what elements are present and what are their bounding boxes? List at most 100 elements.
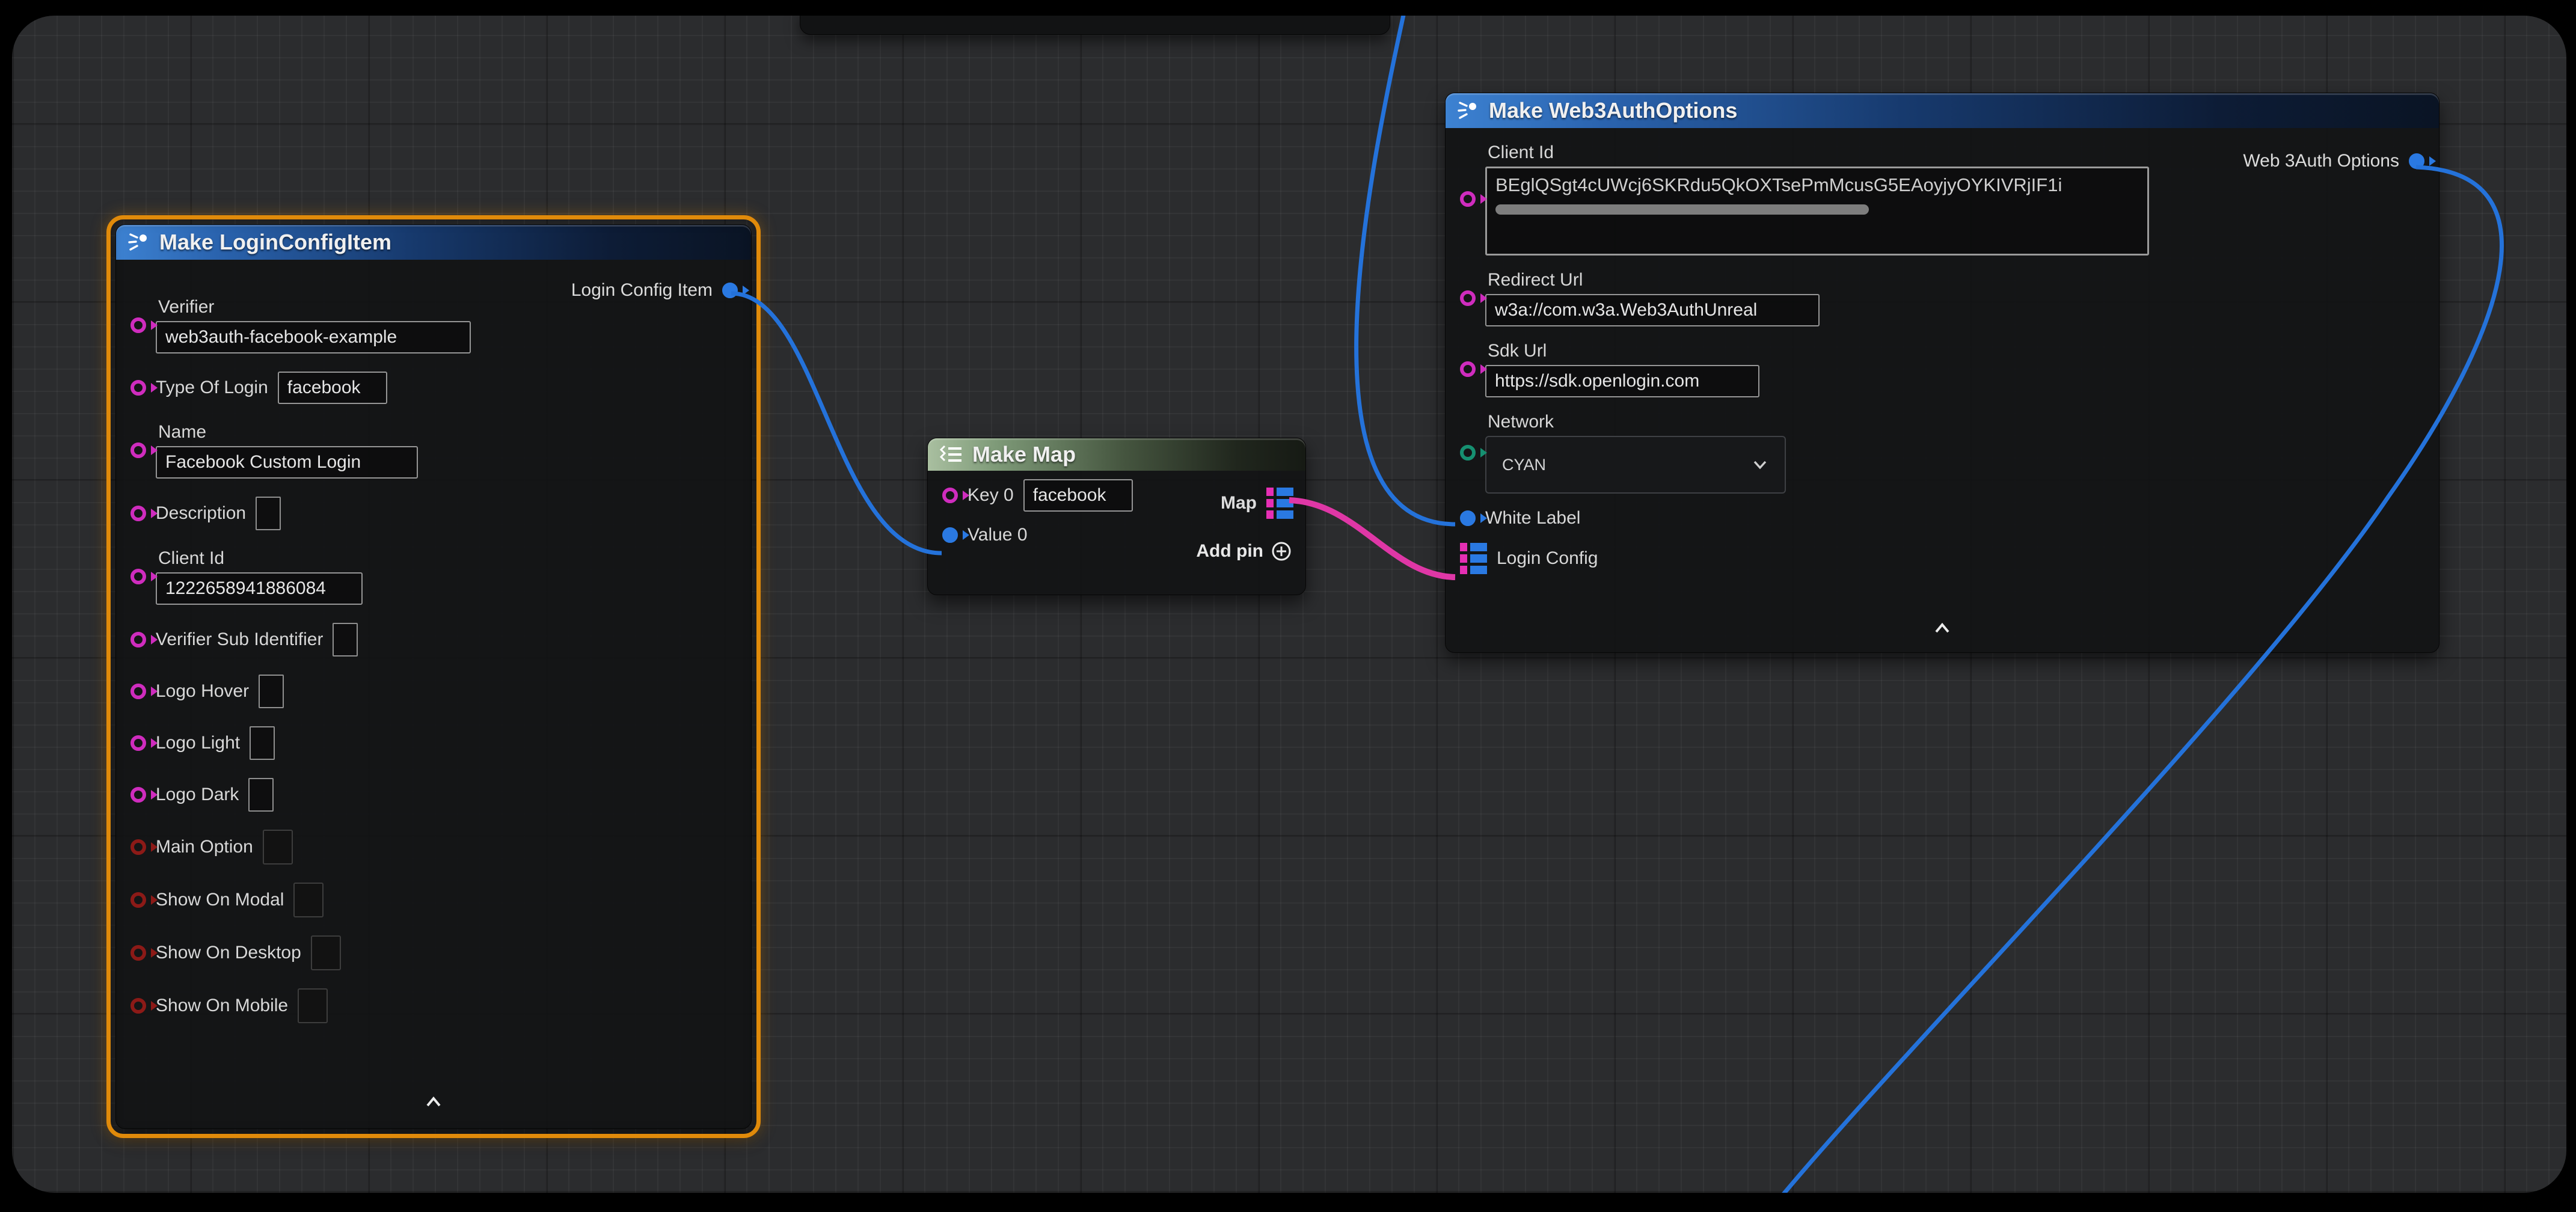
pin-label: White Label bbox=[1485, 508, 1580, 528]
pin-label: Show On Modal bbox=[156, 890, 284, 910]
input-pin-value0[interactable] bbox=[942, 527, 958, 543]
pin-row-name: Name Facebook Custom Login bbox=[116, 422, 751, 479]
pin-label: Show On Desktop bbox=[156, 943, 301, 963]
node-title: Make Map bbox=[972, 442, 1076, 467]
input-pin-verifier[interactable] bbox=[130, 317, 146, 333]
pin-row-white-label: White Label bbox=[1446, 508, 2439, 528]
pin-row-network: Network CYAN bbox=[1446, 412, 2439, 494]
pin-label: Show On Mobile bbox=[156, 996, 288, 1016]
node-header[interactable]: Make Web3AuthOptions bbox=[1446, 93, 2439, 128]
input-pin-logo-light[interactable] bbox=[130, 735, 146, 751]
show-on-modal-checkbox[interactable] bbox=[293, 883, 324, 917]
output-pin-label: Web 3Auth Options bbox=[2243, 151, 2399, 171]
input-pin-description[interactable] bbox=[130, 506, 146, 521]
blueprint-editor: Make LoginConfigItem Login Config Item V… bbox=[0, 0, 2576, 1212]
input-pin-client-id[interactable] bbox=[130, 569, 146, 584]
show-on-desktop-checkbox[interactable] bbox=[311, 935, 341, 970]
client-id-field[interactable]: 1222658941886084 bbox=[156, 572, 363, 605]
pin-row-logo-light: Logo Light bbox=[116, 726, 751, 760]
wire-map-to-loginconfig[interactable] bbox=[1289, 500, 1455, 577]
description-field[interactable] bbox=[256, 497, 281, 530]
output-pin-label: Login Config Item bbox=[571, 280, 713, 301]
pin-row-client-id: Client Id 1222658941886084 bbox=[116, 548, 751, 605]
input-pin-name[interactable] bbox=[130, 442, 146, 458]
client-id-field[interactable]: BEglQSgt4cUWcj6SKRdu5QkOXTsePmMcusG5EAoy… bbox=[1485, 167, 2149, 256]
chevron-down-icon bbox=[1751, 459, 1769, 471]
pin-row-verifier-sub-identifier: Verifier Sub Identifier bbox=[116, 623, 751, 656]
input-pin-key0[interactable] bbox=[942, 488, 958, 503]
node-header[interactable]: Make Map bbox=[928, 438, 1305, 471]
client-id-text: BEglQSgt4cUWcj6SKRdu5QkOXTsePmMcusG5EAoy… bbox=[1495, 174, 2139, 196]
input-pin-white-label[interactable] bbox=[1460, 510, 1476, 526]
input-pin-logo-dark[interactable] bbox=[130, 787, 146, 803]
node-make-map[interactable]: Make Map Key 0 facebook Value 0 Map bbox=[927, 438, 1306, 595]
output-pin-label: Map bbox=[1221, 493, 1257, 513]
graph-canvas[interactable]: Make LoginConfigItem Login Config Item V… bbox=[12, 16, 2566, 1193]
show-on-mobile-checkbox[interactable] bbox=[298, 988, 328, 1023]
verifier-field[interactable]: web3auth-facebook-example bbox=[156, 321, 471, 354]
wire-loginconfigitem-to-value0[interactable] bbox=[731, 293, 942, 553]
logo-light-field[interactable] bbox=[250, 726, 275, 760]
sdk-url-field[interactable]: https://sdk.openlogin.com bbox=[1485, 365, 1759, 397]
wire-offscreen-to-whitelabel[interactable] bbox=[1357, 16, 1455, 524]
collapse-chevron-icon[interactable] bbox=[1929, 620, 1955, 638]
input-pin-logo-hover[interactable] bbox=[130, 684, 146, 699]
input-pin-show-on-desktop[interactable] bbox=[130, 945, 146, 961]
input-pin-verifier-sub-identifier[interactable] bbox=[130, 632, 146, 647]
type-of-login-field[interactable]: facebook bbox=[278, 372, 387, 404]
make-map-icon bbox=[939, 444, 964, 465]
pin-row-main-option: Main Option bbox=[116, 830, 751, 865]
add-pin-icon bbox=[1271, 540, 1292, 562]
pin-label: Client Id bbox=[1488, 142, 2149, 163]
pin-label: Logo Light bbox=[156, 733, 240, 753]
pin-row-redirect-url: Redirect Url w3a://com.w3a.Web3AuthUnrea… bbox=[1446, 270, 2439, 326]
input-pin-redirect-url[interactable] bbox=[1460, 290, 1476, 306]
pin-row-show-on-mobile: Show On Mobile bbox=[116, 988, 751, 1023]
add-pin-button[interactable]: Add pin bbox=[1196, 540, 1292, 562]
output-row: Map bbox=[1221, 488, 1293, 519]
verifier-sub-identifier-field[interactable] bbox=[333, 623, 358, 656]
input-pin-sdk-url[interactable] bbox=[1460, 361, 1476, 377]
input-pin-login-config[interactable] bbox=[1460, 543, 1487, 574]
node-title: Make LoginConfigItem bbox=[159, 230, 391, 255]
pin-row-type-of-login: Type Of Login facebook bbox=[116, 372, 751, 404]
output-row: Web 3Auth Options bbox=[2243, 151, 2424, 171]
output-pin-login-config-item[interactable] bbox=[722, 283, 738, 298]
logo-dark-field[interactable] bbox=[248, 778, 274, 812]
input-pin-show-on-modal[interactable] bbox=[130, 892, 146, 908]
pin-label: Login Config bbox=[1497, 548, 1598, 569]
input-pin-network[interactable] bbox=[1460, 445, 1476, 461]
pin-label: Logo Hover bbox=[156, 681, 249, 702]
node-header[interactable]: Make LoginConfigItem bbox=[116, 225, 751, 260]
pin-label: Name bbox=[158, 422, 418, 442]
pin-row-verifier: Verifier web3auth-facebook-example bbox=[116, 297, 751, 354]
pin-label: Type Of Login bbox=[156, 378, 268, 398]
logo-hover-field[interactable] bbox=[259, 675, 284, 708]
input-pin-type-of-login[interactable] bbox=[130, 380, 146, 396]
pin-row-login-config: Login Config bbox=[1446, 543, 2439, 574]
offscreen-node-bottom[interactable] bbox=[800, 16, 1390, 35]
make-struct-icon bbox=[127, 230, 151, 254]
node-title: Make Web3AuthOptions bbox=[1489, 98, 1737, 123]
key0-field[interactable]: facebook bbox=[1023, 479, 1133, 512]
network-dropdown[interactable]: CYAN bbox=[1485, 436, 1786, 494]
input-pin-client-id[interactable] bbox=[1460, 191, 1476, 207]
main-option-checkbox[interactable] bbox=[263, 830, 293, 865]
pin-label: Main Option bbox=[156, 837, 253, 857]
output-row: Login Config Item bbox=[571, 280, 738, 301]
redirect-url-field[interactable]: w3a://com.w3a.Web3AuthUnreal bbox=[1485, 294, 1820, 326]
horizontal-scrollbar[interactable] bbox=[1495, 204, 1869, 215]
pin-label: Sdk Url bbox=[1488, 341, 1759, 361]
pin-row-logo-dark: Logo Dark bbox=[116, 778, 751, 812]
pin-label: Redirect Url bbox=[1488, 270, 1820, 290]
pin-label: Network bbox=[1488, 412, 1786, 432]
name-field[interactable]: Facebook Custom Login bbox=[156, 446, 418, 479]
input-pin-show-on-mobile[interactable] bbox=[130, 998, 146, 1014]
collapse-chevron-icon[interactable] bbox=[420, 1094, 447, 1112]
pin-label: Key 0 bbox=[968, 485, 1014, 506]
node-make-web3authoptions[interactable]: Make Web3AuthOptions Web 3Auth Options C… bbox=[1445, 93, 2440, 653]
pin-row-show-on-desktop: Show On Desktop bbox=[116, 935, 751, 970]
node-make-loginconfigitem[interactable]: Make LoginConfigItem Login Config Item V… bbox=[115, 224, 752, 1129]
input-pin-main-option[interactable] bbox=[130, 839, 146, 855]
pin-label: Value 0 bbox=[968, 525, 1028, 545]
